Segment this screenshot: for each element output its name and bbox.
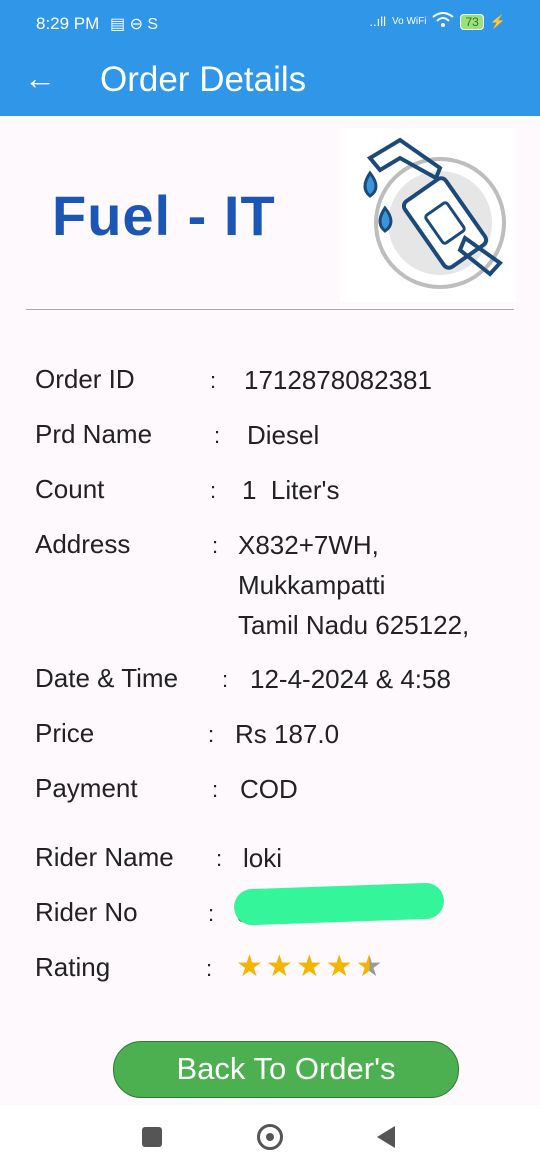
status-notification-icons: ▤ ⊖ S — [110, 16, 159, 33]
system-nav-bar — [0, 1105, 540, 1170]
colon: : — [212, 777, 219, 802]
divider — [26, 309, 514, 310]
back-to-orders-button[interactable]: Back To Order's — [113, 1041, 459, 1098]
label-count: Count — [35, 474, 105, 504]
colon: : — [206, 956, 213, 981]
value-address-line1: X832+7WH, — [238, 530, 379, 560]
page-title: Order Details — [100, 60, 307, 99]
star-icon: ★ — [355, 950, 383, 983]
colon: : — [210, 368, 217, 393]
star-icon: ★ — [236, 950, 263, 983]
vowifi-label: Vo WiFi — [392, 16, 427, 27]
signal-icon: ..ıll — [369, 14, 386, 29]
colon: : — [214, 423, 221, 448]
home-icon[interactable] — [257, 1124, 283, 1150]
colon: : — [212, 533, 219, 558]
colon: : — [208, 722, 215, 747]
value-address-line2: Mukkampatti — [238, 570, 386, 600]
battery-icon: 73 — [460, 13, 484, 30]
fuel-nozzle-logo-icon — [340, 128, 516, 302]
recents-icon[interactable] — [142, 1127, 162, 1147]
rating-stars: ★ ★ ★ ★ ★ — [236, 952, 383, 982]
colon: : — [216, 846, 223, 871]
value-address-line3: Tamil Nadu 625122, — [238, 610, 470, 640]
colon: : — [210, 478, 217, 503]
star-icon: ★ — [265, 950, 293, 983]
value-date-time: 12-4-2024 & 4:58 — [250, 664, 451, 694]
label-date-time: Date & Time — [35, 663, 179, 693]
star-icon: ★ — [295, 950, 323, 983]
value-rider-name: loki — [243, 843, 283, 873]
redaction-mark — [233, 882, 445, 926]
value-prd-name: Diesel — [247, 420, 320, 450]
label-price: Price — [35, 718, 95, 748]
status-bar: 8:29 PM ▤ ⊖ S ..ıll Vo WiFi 73 ⚡ — [0, 0, 540, 48]
status-time: 8:29 PM — [36, 14, 100, 33]
wifi-icon — [432, 12, 455, 31]
label-rider-no: Rider No — [35, 897, 138, 927]
home-icon-dot — [266, 1133, 274, 1141]
nav-back-icon[interactable] — [377, 1126, 395, 1148]
label-prd-name: Prd Name — [35, 419, 153, 449]
brand-title: Fuel - IT — [52, 184, 276, 247]
label-rating: Rating — [35, 952, 111, 982]
value-order-id: 1712878082381 — [244, 365, 432, 395]
value-payment: COD — [240, 774, 298, 804]
colon: : — [222, 667, 229, 692]
charging-icon: ⚡ — [489, 13, 506, 29]
back-arrow-icon[interactable]: ← — [24, 60, 56, 97]
star-icon: ★ — [325, 950, 353, 983]
value-price: Rs 187.0 — [235, 719, 340, 749]
app-bar: ← Order Details — [0, 48, 540, 116]
label-address: Address — [35, 529, 131, 559]
label-rider-name: Rider Name — [35, 842, 174, 872]
label-payment: Payment — [35, 773, 138, 803]
status-right-group: ..ıll Vo WiFi 73 ⚡ — [369, 12, 506, 31]
label-order-id: Order ID — [35, 364, 135, 394]
colon: : — [208, 901, 215, 926]
value-count: 1 Liter's — [242, 475, 340, 505]
